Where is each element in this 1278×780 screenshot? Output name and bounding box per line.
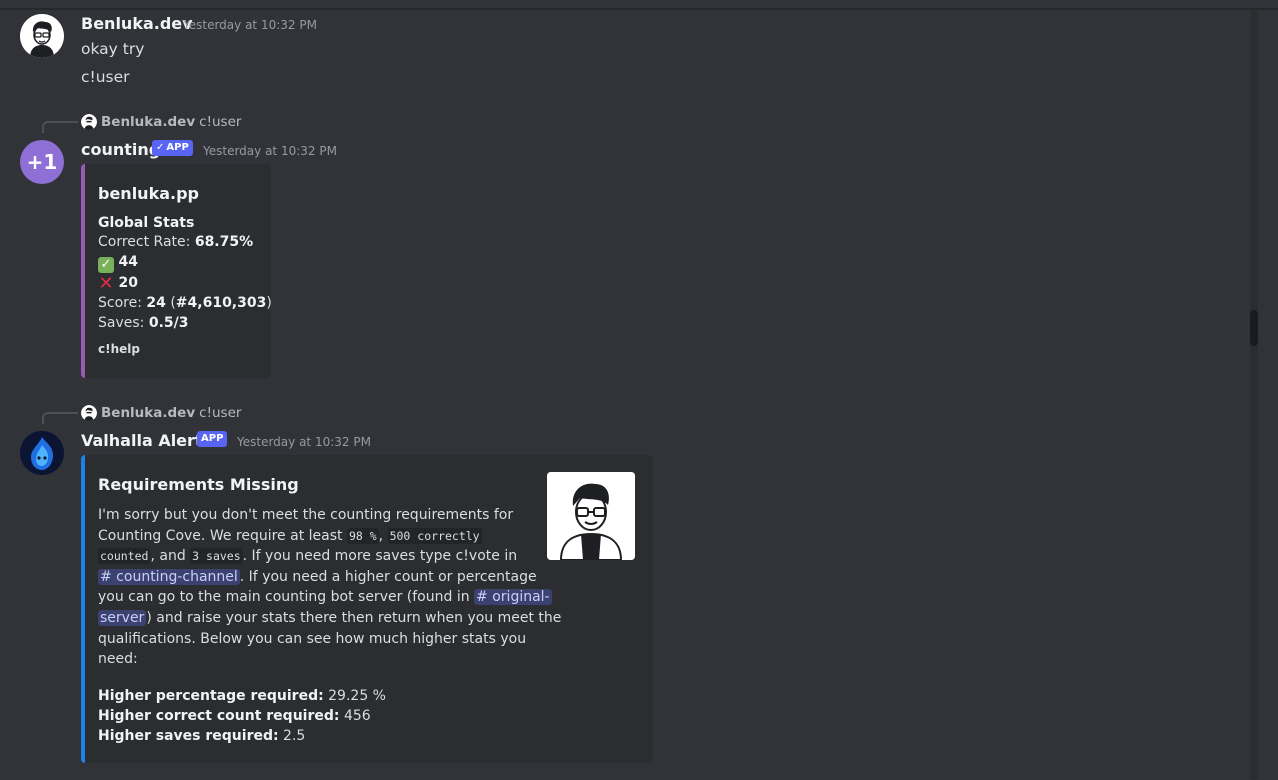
channel-mention-original-server[interactable]: # original- — [474, 589, 552, 606]
embed-description: I'm sorry but you don't meet the countin… — [98, 505, 561, 670]
description-text: , and — [150, 548, 191, 565]
description-text: qualifications. Below you can see how mu… — [98, 630, 527, 647]
inline-code: 500 correctly — [387, 527, 482, 544]
app-badge-label: APP — [201, 433, 224, 444]
message-text: c!user — [81, 68, 130, 86]
embed-title: benluka.pp — [98, 184, 199, 203]
saves-line: Saves: 0.5/3 — [98, 313, 271, 333]
scrollbar-thumb[interactable] — [1250, 310, 1258, 346]
message-timestamp[interactable]: Yesterday at 10:32 PM — [203, 144, 337, 158]
inline-code: 98 % — [346, 527, 379, 544]
check-mark-icon: ✓ — [98, 257, 114, 273]
app-badge: ✓ APP — [152, 140, 193, 156]
message-text: okay try — [81, 40, 145, 58]
description-text: need: — [98, 651, 138, 668]
counting-embed: benluka.pp Global Stats Correct Rate: 68… — [81, 164, 271, 378]
stat-percentage: Higher percentage required: 29.25 % — [98, 686, 386, 706]
inline-code: 3 saves — [190, 548, 243, 565]
embed-title: Requirements Missing — [98, 475, 299, 494]
embed-footer: c!help — [98, 342, 140, 356]
requirements-embed: Requirements Missing I'm sorry but you d… — [81, 455, 653, 763]
inline-code: counted — [98, 548, 151, 565]
description-text: . If you need more saves type c!vote in — [242, 548, 518, 565]
description-row: you can go to the main counting bot serv… — [98, 587, 552, 608]
channel-mention-original-server[interactable]: server — [98, 609, 147, 626]
score-rank: #4,610,303 — [175, 295, 267, 311]
description-text: . If you need a higher count or percenta… — [239, 568, 537, 585]
message-author[interactable]: Valhalla Alerts — [81, 431, 212, 450]
channel-mention-counting-channel[interactable]: # counting-channel — [98, 568, 240, 585]
verified-check-icon: ✓ — [156, 142, 165, 153]
description-row: counted, and 3 saves. If you need more s… — [98, 546, 538, 567]
stat-label: Higher saves required: — [98, 728, 279, 744]
reply-author[interactable]: Benluka.dev — [101, 405, 195, 421]
stat-correct-count: Higher correct count required: 456 — [98, 706, 386, 726]
saves-value: 0.5/3 — [148, 315, 189, 331]
reply-text: c!user — [199, 405, 242, 421]
saves-label: Saves: — [98, 315, 149, 331]
description-row: # counting-channel. If you need a higher… — [98, 567, 538, 588]
plus-one-icon[interactable]: +1 — [20, 140, 64, 184]
scrollbar-track[interactable] — [1250, 10, 1258, 780]
cross-mark-icon: ✕ — [98, 273, 114, 294]
description-row: Counting Cove. We require at least 98 %,… — [98, 527, 482, 544]
reply-connector — [42, 121, 78, 133]
message-timestamp[interactable]: Yesterday at 10:32 PM — [183, 18, 317, 32]
description-row: server) and raise your stats there then … — [98, 608, 561, 629]
reply-text: c!user — [199, 114, 242, 130]
app-badge: APP — [197, 431, 228, 447]
stat-value: 456 — [339, 708, 371, 724]
wrong-count-value: 20 — [118, 275, 138, 291]
reply-avatar-icon — [81, 405, 97, 421]
correct-rate-label: Correct Rate: — [98, 234, 195, 250]
message-author[interactable]: counting — [81, 140, 160, 159]
wrong-count-line: ✕ 20 — [98, 273, 271, 293]
description-text: ) and raise your stats there then return… — [146, 609, 562, 626]
reply-author[interactable]: Benluka.dev — [101, 114, 195, 130]
reply-avatar-icon — [81, 114, 97, 130]
stat-saves: Higher saves required: 2.5 — [98, 726, 386, 746]
stat-value: 2.5 — [278, 728, 306, 744]
stat-value: 29.25 % — [323, 688, 386, 704]
reply-connector — [42, 412, 78, 424]
correct-rate-value: 68.75% — [194, 234, 254, 250]
stats-list: Higher percentage required: 29.25 % High… — [98, 686, 386, 746]
reply-preview[interactable]: Benluka.dev c!user — [81, 114, 241, 130]
stat-label: Higher correct count required: — [98, 708, 340, 724]
correct-rate-line: Correct Rate: 68.75% — [98, 232, 271, 252]
score-label: Score: — [98, 295, 147, 311]
message-author[interactable]: Benluka.dev — [81, 14, 193, 33]
embed-subtitle: Global Stats — [98, 215, 195, 231]
blue-flame-avatar-icon[interactable] — [20, 431, 64, 475]
score-value: 24 — [146, 295, 166, 311]
correct-count-line: ✓ 44 — [98, 252, 271, 273]
reply-preview[interactable]: Benluka.dev c!user — [81, 405, 241, 421]
cartoon-man-avatar-icon[interactable] — [20, 14, 64, 58]
top-divider — [0, 8, 1278, 10]
description-text: you can go to the main counting bot serv… — [98, 589, 475, 606]
cartoon-man-thumbnail-icon[interactable] — [547, 472, 635, 560]
score-line: Score: 24 (#4,610,303) — [98, 295, 271, 311]
stat-label: Higher percentage required: — [98, 688, 324, 704]
correct-count-value: 44 — [118, 254, 138, 270]
plus-one-label: +1 — [26, 150, 58, 174]
app-badge-label: APP — [166, 142, 189, 153]
description-text: I'm sorry but you don't meet the countin… — [98, 507, 514, 523]
message-timestamp[interactable]: Yesterday at 10:32 PM — [237, 435, 371, 449]
description-text: Counting Cove. We require at least — [98, 527, 347, 544]
